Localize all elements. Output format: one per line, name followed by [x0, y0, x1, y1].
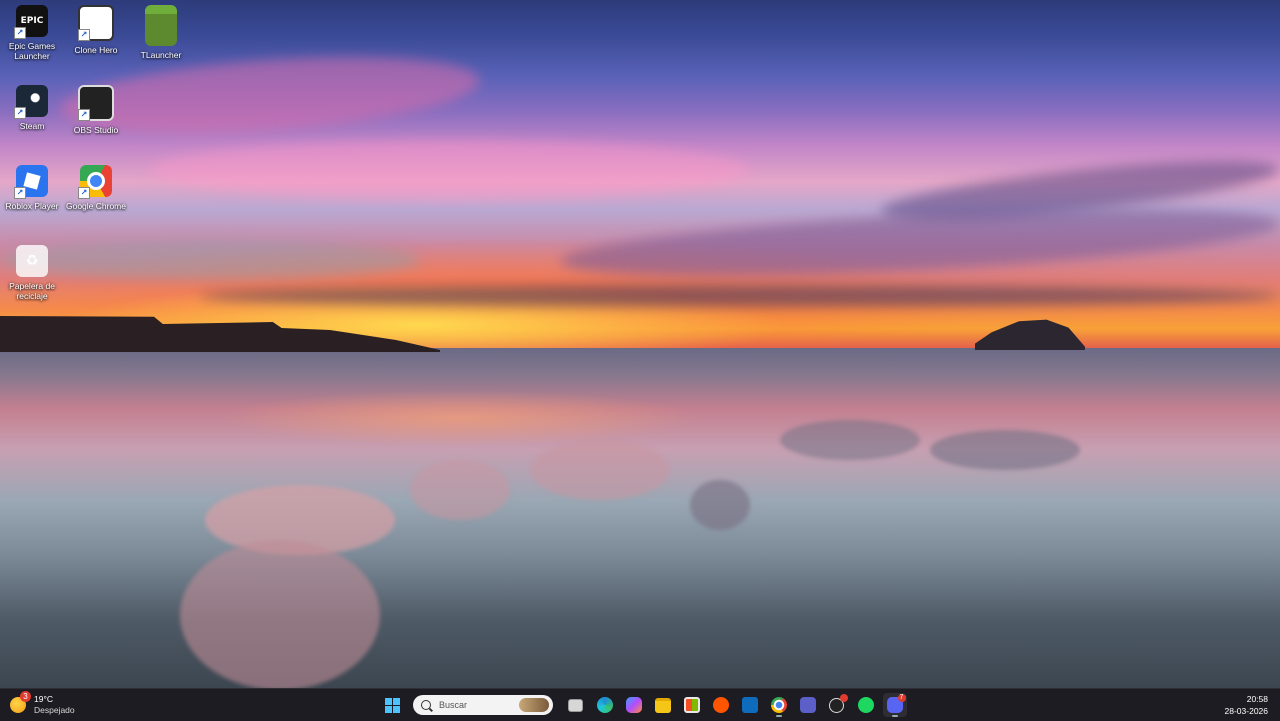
desktop-icon-label: Clone Hero [74, 45, 118, 55]
task-view-icon [568, 698, 583, 712]
wallpaper-sand [410, 460, 510, 520]
taskbar-app-edge[interactable] [593, 693, 617, 717]
desktop-icon-tlauncher[interactable]: TLauncher [129, 5, 193, 60]
taskbar-app-spotify[interactable] [854, 693, 878, 717]
taskbar-app-teams[interactable] [796, 693, 820, 717]
weather-badge: 3 [20, 691, 31, 702]
outlook-icon [741, 697, 758, 713]
desktop-icon-clone-hero[interactable]: CH ↗ Clone Hero [64, 5, 128, 55]
system-clock[interactable]: 20:58 28-03-2026 [1225, 693, 1268, 717]
weather-widget[interactable]: 3 19°C Despejado [10, 691, 75, 717]
weather-temperature: 19°C [34, 694, 53, 704]
desktop-icon-label: Roblox Player [5, 201, 59, 211]
chrome-icon [770, 697, 787, 713]
epic-games-icon: EPIC ↗ [14, 5, 48, 39]
wallpaper-sand [690, 480, 750, 530]
taskbar-search-box[interactable]: Buscar [413, 695, 553, 715]
desktop-icon-steam[interactable]: ↗ Steam [0, 85, 64, 131]
taskbar-app-discord[interactable]: 7 [882, 693, 907, 717]
clone-hero-icon: CH ↗ [78, 5, 114, 41]
running-indicator [891, 715, 898, 717]
wallpaper-sand [930, 430, 1080, 470]
shortcut-arrow-icon: ↗ [78, 29, 90, 41]
search-placeholder: Buscar [439, 700, 468, 710]
taskbar-app-chrome[interactable] [767, 693, 791, 717]
wallpaper-sand [180, 540, 380, 688]
start-icon [385, 697, 400, 713]
desktop-icon-obs-studio[interactable]: ↗ OBS Studio [64, 85, 128, 135]
desktop-icon-label: OBS Studio [73, 125, 119, 135]
wallpaper-cloud [200, 285, 1280, 307]
tlauncher-icon [145, 5, 177, 46]
chrome-icon: ↗ [78, 165, 112, 199]
obs-studio-icon: ↗ [78, 85, 114, 121]
desktop-icon-roblox-player[interactable]: ↗ Roblox Player [0, 165, 64, 211]
taskbar-app-outlook[interactable] [738, 693, 762, 717]
spotify-icon [857, 697, 874, 713]
weather-sun-icon: 3 [10, 691, 31, 713]
shortcut-arrow-icon: ↗ [14, 27, 26, 39]
wallpaper-cloud [150, 140, 750, 200]
desktop-icon-label: Google Chrome [65, 201, 126, 211]
taskbar-app-microsoft-store[interactable] [680, 693, 704, 717]
shortcut-arrow-icon: ↗ [78, 109, 90, 121]
desktop-icon-label: Epic Games Launcher [8, 41, 56, 61]
search-highlight-image [519, 698, 549, 712]
taskbar-app-soundcloud[interactable] [709, 693, 733, 717]
steam-icon: ↗ [14, 85, 48, 119]
weather-condition: Despejado [34, 705, 75, 715]
taskbar-app-list: Buscar 7 [378, 693, 909, 717]
task-view-button[interactable] [564, 693, 588, 717]
roblox-icon: ↗ [14, 165, 48, 199]
taskbar-app-copilot[interactable] [622, 693, 646, 717]
discord-badge: 7 [897, 694, 906, 702]
teams-icon [799, 697, 816, 713]
copilot-icon [625, 697, 642, 713]
clock-time: 20:58 [1246, 694, 1268, 704]
notification-dot [839, 694, 848, 702]
microsoft-store-icon [683, 697, 700, 713]
file-explorer-icon [654, 697, 671, 713]
recycle-bin-icon: ♻ [16, 245, 48, 277]
taskbar: 3 19°C Despejado Buscar 7 20:58 28-03-20… [0, 688, 1280, 721]
shortcut-arrow-icon: ↗ [14, 107, 26, 119]
clock-date: 28-03-2026 [1224, 706, 1268, 716]
running-indicator [775, 715, 782, 717]
desktop-icon-recycle-bin[interactable]: ♻ Papelera de reciclaje [0, 245, 64, 301]
epic-logo-text: EPIC [20, 15, 44, 26]
desktop-icon-epic-games[interactable]: EPIC ↗ Epic Games Launcher [0, 5, 64, 61]
search-icon [421, 700, 431, 710]
shortcut-arrow-icon: ↗ [14, 187, 26, 199]
desktop-icon-label: Steam [19, 121, 45, 131]
taskbar-app-obs-studio[interactable] [825, 693, 849, 717]
shortcut-arrow-icon: ↗ [78, 187, 90, 199]
desktop-icon-label: Papelera de reciclaje [9, 281, 55, 301]
soundcloud-icon [712, 697, 729, 713]
desktop-icon-google-chrome[interactable]: ↗ Google Chrome [64, 165, 128, 211]
edge-icon [596, 697, 613, 713]
taskbar-app-file-explorer[interactable] [651, 693, 675, 717]
wallpaper-sand [530, 440, 670, 500]
desktop-icon-label: TLauncher [140, 50, 182, 60]
wallpaper-sand [780, 420, 920, 460]
desktop-wallpaper [0, 0, 1280, 688]
start-button[interactable] [381, 693, 405, 717]
